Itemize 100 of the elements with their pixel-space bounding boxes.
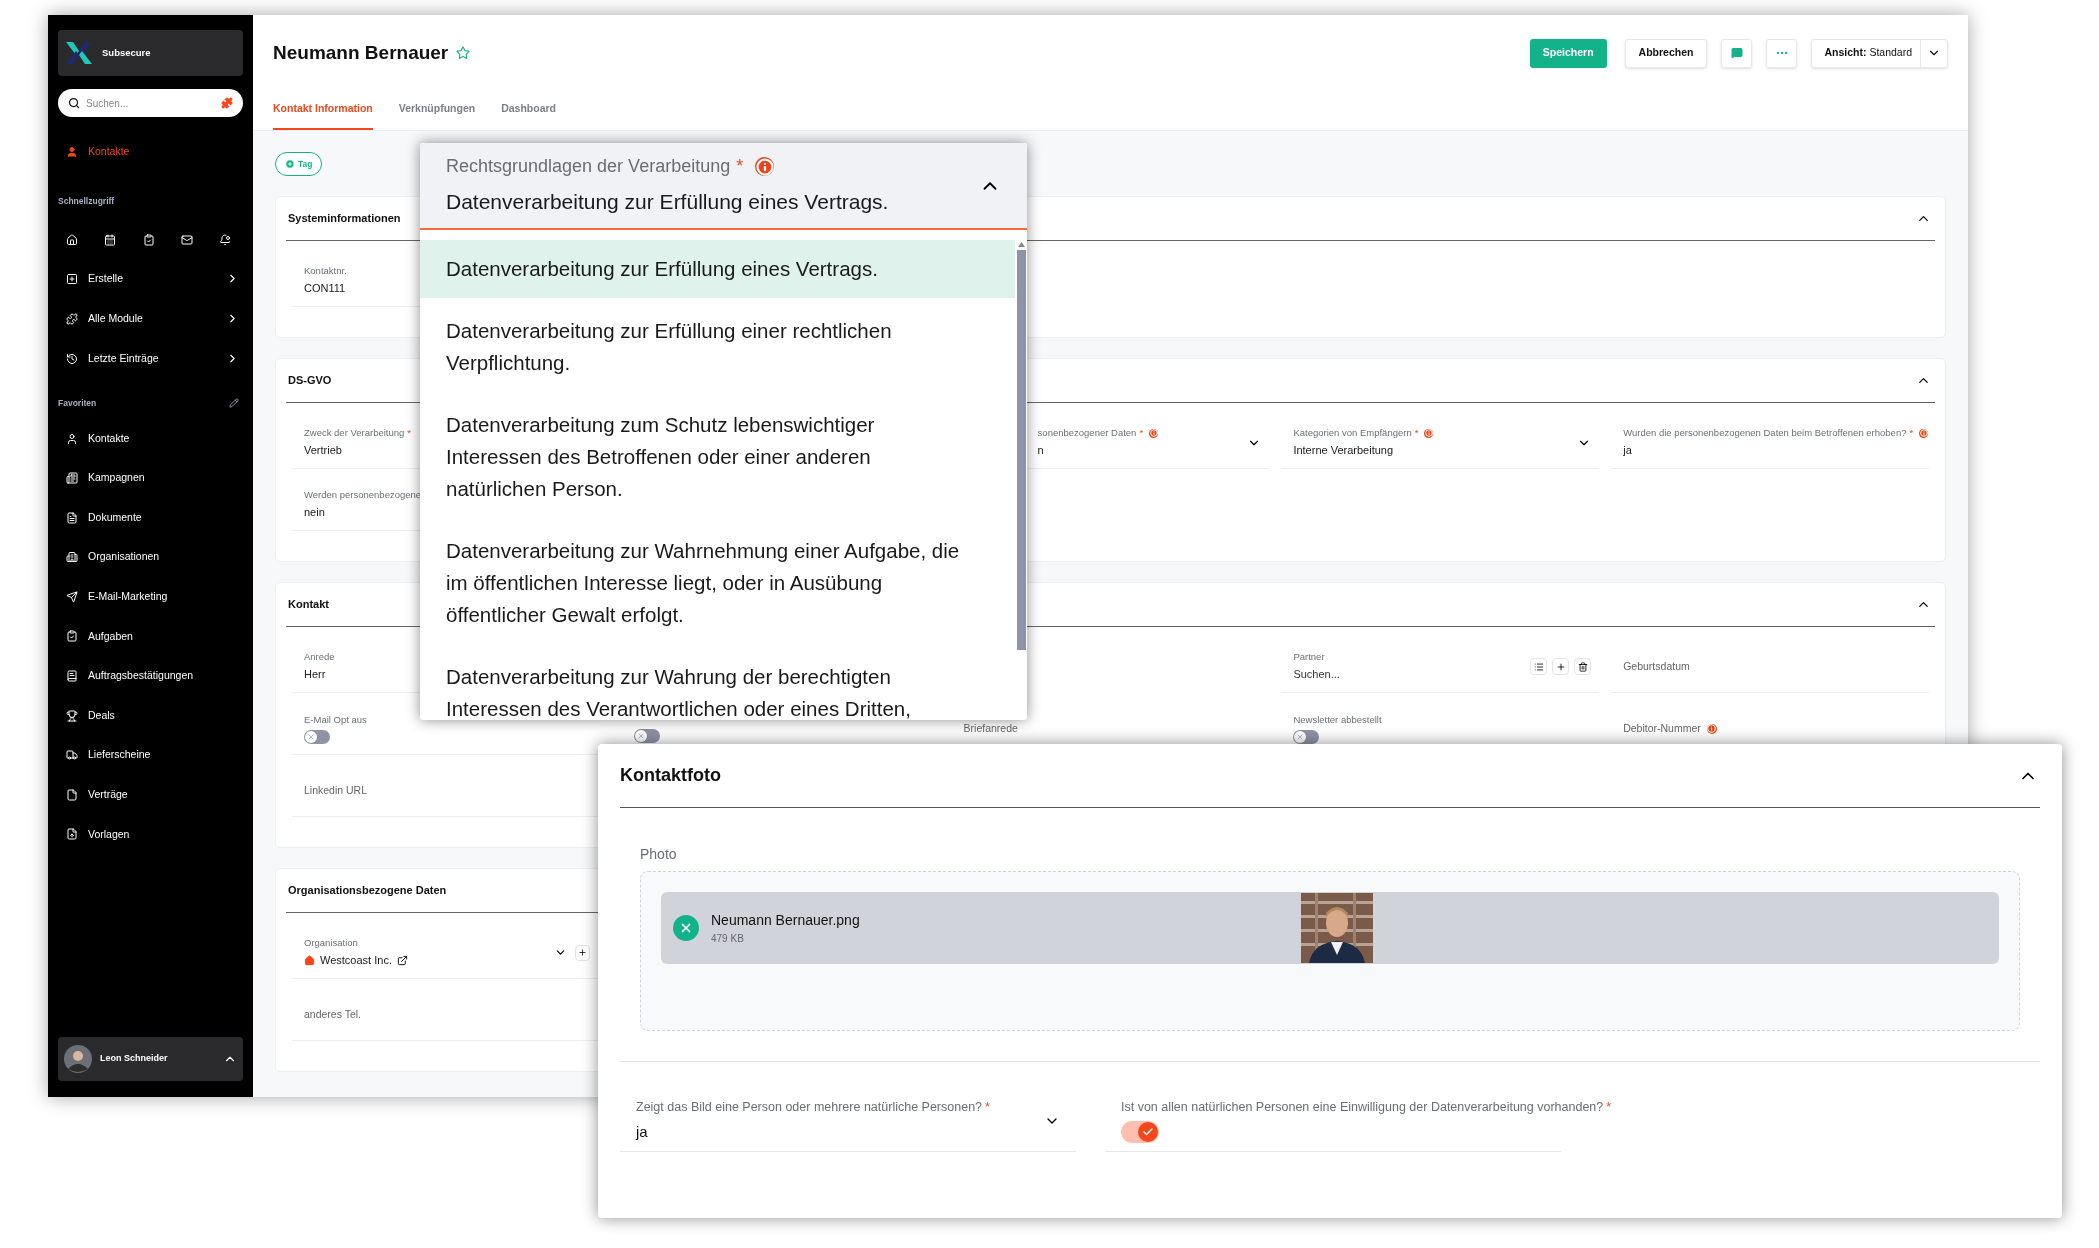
section-title: Kontaktfoto xyxy=(620,764,721,787)
delete-button[interactable] xyxy=(1574,658,1592,675)
field-label: Ist von allen natürlichen Personen eine Einwilligung der Datenverarbeitung vorhanden? xyxy=(1121,1099,1604,1117)
required-mark: * xyxy=(1606,1099,1612,1117)
bell-icon[interactable] xyxy=(219,233,231,246)
sidebar-item[interactable]: Aufgaben xyxy=(58,621,243,652)
dropdown-option[interactable]: Datenverarbeitung zur Wahrung der berechtigten Interessen des Verantwortlichen oder eines Dritten, xyxy=(420,648,1015,720)
section-label: Schnellzugriff xyxy=(58,195,116,208)
book-icon xyxy=(66,670,78,683)
field-value: ja xyxy=(636,1121,649,1142)
x-icon xyxy=(307,733,315,742)
puzzle-icon xyxy=(66,312,78,325)
field-value: ja xyxy=(1623,443,1633,459)
menu-item[interactable]: Erstelle xyxy=(58,263,243,294)
sidebar-item[interactable]: Lieferscheine xyxy=(58,740,243,771)
field-label: sonenbezogener Daten xyxy=(1037,426,1137,441)
tab[interactable]: Kontakt Information xyxy=(273,91,373,130)
field-label: Organisation xyxy=(304,936,358,951)
field-label: Zweck der Verarbeitung xyxy=(304,426,405,441)
chat-icon xyxy=(1730,47,1743,59)
paper-plane-icon xyxy=(66,590,78,603)
section-title: Systeminformationen xyxy=(288,211,401,227)
field-label: Anrede xyxy=(304,650,335,665)
required-mark: * xyxy=(736,155,744,179)
mail-icon[interactable] xyxy=(180,233,193,246)
text-field[interactable]: Geburtsdatum xyxy=(1611,641,1929,693)
field-label: Werden personenbezogene xyxy=(304,488,422,503)
plus-icon xyxy=(1555,661,1566,672)
field-label: Kontaktnr. xyxy=(304,264,347,279)
section-title: Organisationsbezogene Daten xyxy=(288,883,447,899)
field-value: Herr xyxy=(304,667,327,683)
field-label: E-Mail Opt aus xyxy=(304,712,367,727)
view-dropdown[interactable]: Ansicht: Standard xyxy=(1811,38,1948,68)
toggle-switch[interactable] xyxy=(1121,1120,1159,1143)
history-icon xyxy=(66,352,78,365)
required-mark: * xyxy=(985,1098,990,1116)
pencil-icon[interactable] xyxy=(229,398,239,409)
section-title: Kontakt xyxy=(288,597,329,613)
toggle-switch[interactable] xyxy=(304,730,330,745)
field-label: Zeigt das Bild eine Person oder mehrere natürliche Personen? xyxy=(636,1098,983,1116)
field-value: n xyxy=(1037,443,1045,459)
avatar xyxy=(64,1045,92,1073)
chat-button[interactable] xyxy=(1721,38,1753,68)
brand-name: Subsecure xyxy=(102,45,151,60)
trash-icon xyxy=(1577,661,1588,672)
tab[interactable]: Verknüpfungen xyxy=(398,91,476,130)
sidebar-item[interactable]: Kontakte xyxy=(58,139,243,165)
cancel-button[interactable]: Abbrechen xyxy=(1624,38,1708,68)
sidebar-item[interactable]: Organisationen xyxy=(58,542,243,573)
file-name: Neumann Bernauer.png xyxy=(711,911,861,930)
section-label: Favoriten xyxy=(58,396,97,410)
calendar-icon[interactable] xyxy=(104,233,117,246)
required-mark: * xyxy=(407,426,412,441)
field-label: Kategorien von Empfängern xyxy=(1293,426,1412,441)
select-field[interactable]: Rechtsgrundlagen der Verarbeitung * Datenverarbeitung zur Erfüllung eines Vertrags. xyxy=(420,143,1027,230)
menu-item[interactable]: Alle Module xyxy=(58,303,243,334)
tab[interactable]: Dashboard xyxy=(501,91,557,130)
menu-item[interactable]: Letzte Einträge xyxy=(58,343,243,374)
check-icon xyxy=(1142,1125,1154,1138)
field-label: Photo xyxy=(640,845,678,864)
trophy-icon xyxy=(66,709,78,722)
sidebar-item[interactable]: Vorlagen xyxy=(58,819,243,850)
field-value: CON111 xyxy=(304,281,347,297)
clipboard-check-icon[interactable] xyxy=(142,233,155,246)
document-icon xyxy=(66,511,78,524)
file-icon xyxy=(66,788,78,801)
toggle-switch[interactable] xyxy=(1293,730,1320,745)
close-icon xyxy=(679,921,693,935)
field-label: Rechtsgrundlagen der Verarbeitung xyxy=(446,155,731,179)
sidebar-item[interactable]: Deals xyxy=(58,700,243,731)
drop-zone[interactable]: Neumann Bernauer.png 479 KB xyxy=(640,871,2020,1031)
truck-icon xyxy=(66,749,78,762)
external-link-icon[interactable] xyxy=(396,955,408,967)
plus-square-icon xyxy=(66,272,78,285)
plus-circle-icon xyxy=(285,159,295,169)
remove-button[interactable] xyxy=(673,915,699,941)
sidebar-item[interactable]: E-Mail-Marketing xyxy=(58,581,243,612)
search-field[interactable]: Suchen... xyxy=(58,89,243,117)
sidebar-item[interactable]: Auftragsbestätigungen xyxy=(58,661,243,692)
field-label: Wurden die personenbezogenen Daten beim Betroffenen erhoben? xyxy=(1623,426,1907,441)
sidebar-item[interactable]: Kontakte xyxy=(58,423,243,454)
section-title: DS-GVO xyxy=(288,373,332,389)
sidebar-item[interactable]: Dokumente xyxy=(58,502,243,533)
list-button[interactable] xyxy=(1530,658,1548,675)
toggle-switch[interactable] xyxy=(633,729,660,743)
sidebar-item[interactable]: Verträge xyxy=(58,779,243,810)
add-button[interactable] xyxy=(574,944,590,961)
home-icon[interactable] xyxy=(66,233,78,246)
user-menu[interactable]: Leon Schneider xyxy=(58,1037,243,1081)
scroll-up-icon[interactable] xyxy=(1017,242,1025,247)
required-mark: * xyxy=(1139,426,1144,441)
sidebar-item[interactable]: Kampagnen xyxy=(58,463,243,494)
x-icon xyxy=(636,732,645,740)
field-value: Interne Verarbeitung xyxy=(1293,443,1395,459)
field-label: Newsletter abbestellt xyxy=(1293,712,1382,727)
file-size: 479 KB xyxy=(711,932,745,946)
dropdown-option[interactable]: Datenverarbeitung zur Erfüllung eines Vertrags. xyxy=(420,240,1015,298)
page-title: Neumann Bernauer xyxy=(273,40,449,65)
star-icon[interactable] xyxy=(456,46,471,60)
field-label: Partner xyxy=(1293,650,1325,665)
